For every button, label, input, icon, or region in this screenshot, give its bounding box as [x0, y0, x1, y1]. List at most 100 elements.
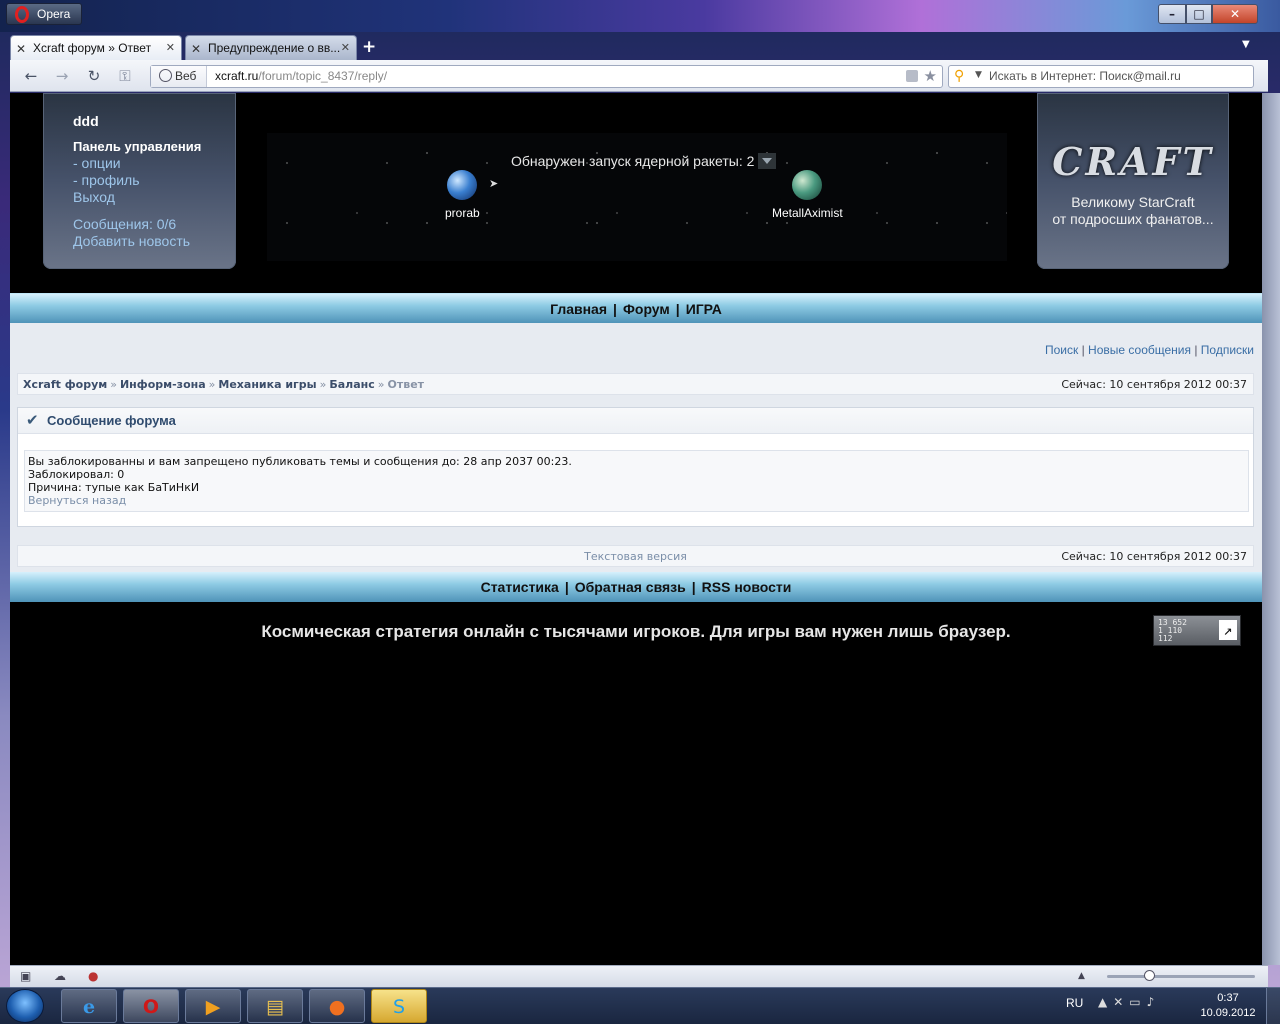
- show-desktop-button[interactable]: [1266, 988, 1280, 1024]
- new-tab-button[interactable]: +: [362, 37, 376, 57]
- options-link[interactable]: - опции: [73, 155, 236, 172]
- maximize-button[interactable]: □: [1186, 4, 1212, 24]
- opera-menu-label: Opera: [37, 7, 71, 21]
- start-button[interactable]: [6, 989, 44, 1023]
- forum-message-panel: ✔ Сообщение форума Вы заблокированны и в…: [17, 407, 1254, 527]
- minimize-button[interactable]: –: [1158, 4, 1186, 24]
- tagline-line-2: от подросших фанатов...: [1052, 211, 1214, 227]
- site-footer: Космическая стратегия онлайн с тысячами …: [10, 602, 1262, 965]
- search-field[interactable]: ⚲ ▼ Искать в Интернет: Поиск@mail.ru: [948, 65, 1254, 88]
- new-posts-link[interactable]: Новые сообщения: [1088, 343, 1191, 357]
- system-tray-icons[interactable]: ▲✕▭♪: [1098, 995, 1160, 1009]
- search-link[interactable]: Поиск: [1045, 343, 1078, 357]
- server-time: Сейчас: 10 сентября 2012 00:37: [1061, 550, 1247, 563]
- nav-game[interactable]: ИГРА: [686, 301, 722, 317]
- address-field[interactable]: Веб xcraft.ru/forum/topic_8437/reply/ ★: [150, 65, 943, 88]
- bookmark-star-icon[interactable]: ★: [924, 67, 937, 85]
- globe-icon: [159, 69, 172, 82]
- turbo-cloud-icon[interactable]: ☁: [54, 969, 66, 983]
- brand-tagline: Великому StarCraft от подросших фанатов.…: [1037, 194, 1229, 228]
- opera-browser-icon[interactable]: O: [123, 989, 179, 1023]
- xcraft-favicon-icon: ✕: [16, 42, 27, 56]
- attacker-name[interactable]: prorab: [445, 206, 480, 220]
- system-clock[interactable]: 0:37 10.09.2012: [1196, 991, 1260, 1021]
- rss-feed-icon[interactable]: [906, 70, 918, 82]
- internet-explorer-icon[interactable]: e: [61, 989, 117, 1023]
- target-name[interactable]: MetallAximist: [772, 206, 843, 220]
- forum-bottom-bar: Текстовая версия Сейчас: 10 сентября 201…: [17, 545, 1254, 567]
- breadcrumb-item[interactable]: Механика игры: [218, 378, 316, 391]
- firefox-icon[interactable]: ●: [309, 989, 365, 1023]
- clock-time: 0:37: [1217, 992, 1239, 1004]
- breadcrumb-item[interactable]: Баланс: [329, 378, 374, 391]
- zoom-slider-handle[interactable]: [1144, 970, 1155, 981]
- nav-statistics[interactable]: Статистика: [481, 579, 559, 595]
- nav-feedback[interactable]: Обратная связь: [575, 579, 686, 595]
- url-host: xcraft.ru: [215, 69, 259, 83]
- zoom-options-icon[interactable]: ▲: [1078, 971, 1085, 981]
- back-button[interactable]: ←: [20, 66, 42, 86]
- skype-icon[interactable]: S: [371, 989, 427, 1023]
- tagline-line-1: Великому StarCraft: [1071, 194, 1195, 210]
- opera-logo-icon: [15, 6, 29, 23]
- nuclear-launch-text: Обнаружен запуск ядерной ракеты: 2: [511, 153, 755, 169]
- close-window-button[interactable]: ✕: [1212, 4, 1258, 24]
- counter-arrow-icon: ↗: [1219, 620, 1237, 640]
- page-scrollbar[interactable]: [1262, 93, 1280, 965]
- search-engine-chevron-down-icon[interactable]: ▼: [975, 70, 982, 80]
- site-header: ddd Панель управления - опции - профиль …: [10, 93, 1262, 293]
- web-badge[interactable]: Веб: [151, 66, 207, 87]
- visitor-counter[interactable]: 13 652 1 110 112 ↗: [1153, 615, 1241, 646]
- url-text[interactable]: xcraft.ru/forum/topic_8437/reply/: [215, 69, 387, 83]
- add-news-link[interactable]: Добавить новость: [73, 233, 236, 250]
- go-back-link[interactable]: Вернуться назад: [28, 494, 1248, 507]
- forum-area: Поиск | Новые сообщения | Подписки Xcraf…: [10, 323, 1262, 572]
- search-engine-icon[interactable]: ⚲: [954, 68, 964, 84]
- planet-icon[interactable]: [447, 170, 477, 200]
- nav-rss-news[interactable]: RSS новости: [702, 579, 792, 595]
- main-nav: Главная | Форум | ИГРА: [10, 293, 1262, 323]
- forward-button[interactable]: →: [51, 66, 73, 86]
- file-explorer-icon[interactable]: ▤: [247, 989, 303, 1023]
- windows-taskbar: e O ▶ ▤ ● S RU ▲✕▭♪ 0:37 10.09.2012: [0, 987, 1280, 1024]
- forum-top-links: Поиск | Новые сообщения | Подписки: [1044, 343, 1254, 357]
- tab-list-chevron-icon[interactable]: ▼: [1242, 39, 1250, 50]
- alert-dropdown-icon[interactable]: [758, 153, 777, 169]
- nav-home[interactable]: Главная: [550, 301, 607, 317]
- tab-label: Предупреждение о вв...: [208, 41, 341, 55]
- search-input[interactable]: Искать в Интернет: Поиск@mail.ru: [989, 69, 1181, 83]
- reload-button[interactable]: ↻: [83, 66, 105, 86]
- nav-forum[interactable]: Форум: [623, 301, 670, 317]
- checkmark-icon: ✔: [26, 411, 39, 429]
- tab-xcraft-forum[interactable]: ✕ Xcraft форум » Ответ ✕: [10, 35, 182, 60]
- opera-menu-button[interactable]: Opera: [6, 3, 82, 25]
- close-tab-icon[interactable]: ✕: [341, 41, 350, 54]
- subscriptions-link[interactable]: Подписки: [1201, 343, 1254, 357]
- close-tab-icon[interactable]: ✕: [166, 41, 175, 54]
- xcraft-logo[interactable]: ✕ CRAFT: [1037, 131, 1229, 187]
- media-player-icon[interactable]: ▶: [185, 989, 241, 1023]
- logout-link[interactable]: Выход: [73, 189, 236, 206]
- panel-toggle-icon[interactable]: ▣: [20, 969, 31, 983]
- banned-by: Заблокировал: 0: [28, 468, 125, 481]
- messages-link[interactable]: Сообщения: 0/6: [73, 216, 236, 233]
- control-panel-title: Панель управления: [73, 139, 202, 154]
- tab-warning[interactable]: ✕ Предупреждение о вв... ✕: [185, 35, 357, 60]
- navigation-bar: ← → ↻ ⚿ Веб xcraft.ru/forum/topic_8437/r…: [10, 60, 1268, 92]
- breadcrumb-item[interactable]: Xcraft форум: [23, 378, 107, 391]
- planet-icon[interactable]: [792, 170, 822, 200]
- ban-notice: Вы заблокированны и вам запрещено публик…: [28, 455, 572, 468]
- clock-date: 10.09.2012: [1200, 1007, 1256, 1019]
- profile-link[interactable]: - профиль: [73, 172, 236, 189]
- language-indicator[interactable]: RU: [1066, 996, 1083, 1010]
- unite-icon[interactable]: ●: [88, 969, 98, 983]
- wand-key-icon[interactable]: ⚿: [114, 66, 136, 86]
- breadcrumb: Xcraft форум» Информ-зона» Механика игры» Б…: [23, 378, 425, 391]
- tab-label: Xcraft форум » Ответ: [33, 41, 152, 55]
- missile-icon: ➤: [489, 177, 499, 190]
- breadcrumb-item[interactable]: Информ-зона: [120, 378, 206, 391]
- zoom-slider[interactable]: [1107, 975, 1255, 978]
- brand-panel: ✕ CRAFT Великому StarCraft от подросших ф…: [1037, 93, 1229, 269]
- page-viewport: ddd Панель управления - опции - профиль …: [10, 93, 1262, 965]
- web-badge-label: Веб: [175, 69, 197, 83]
